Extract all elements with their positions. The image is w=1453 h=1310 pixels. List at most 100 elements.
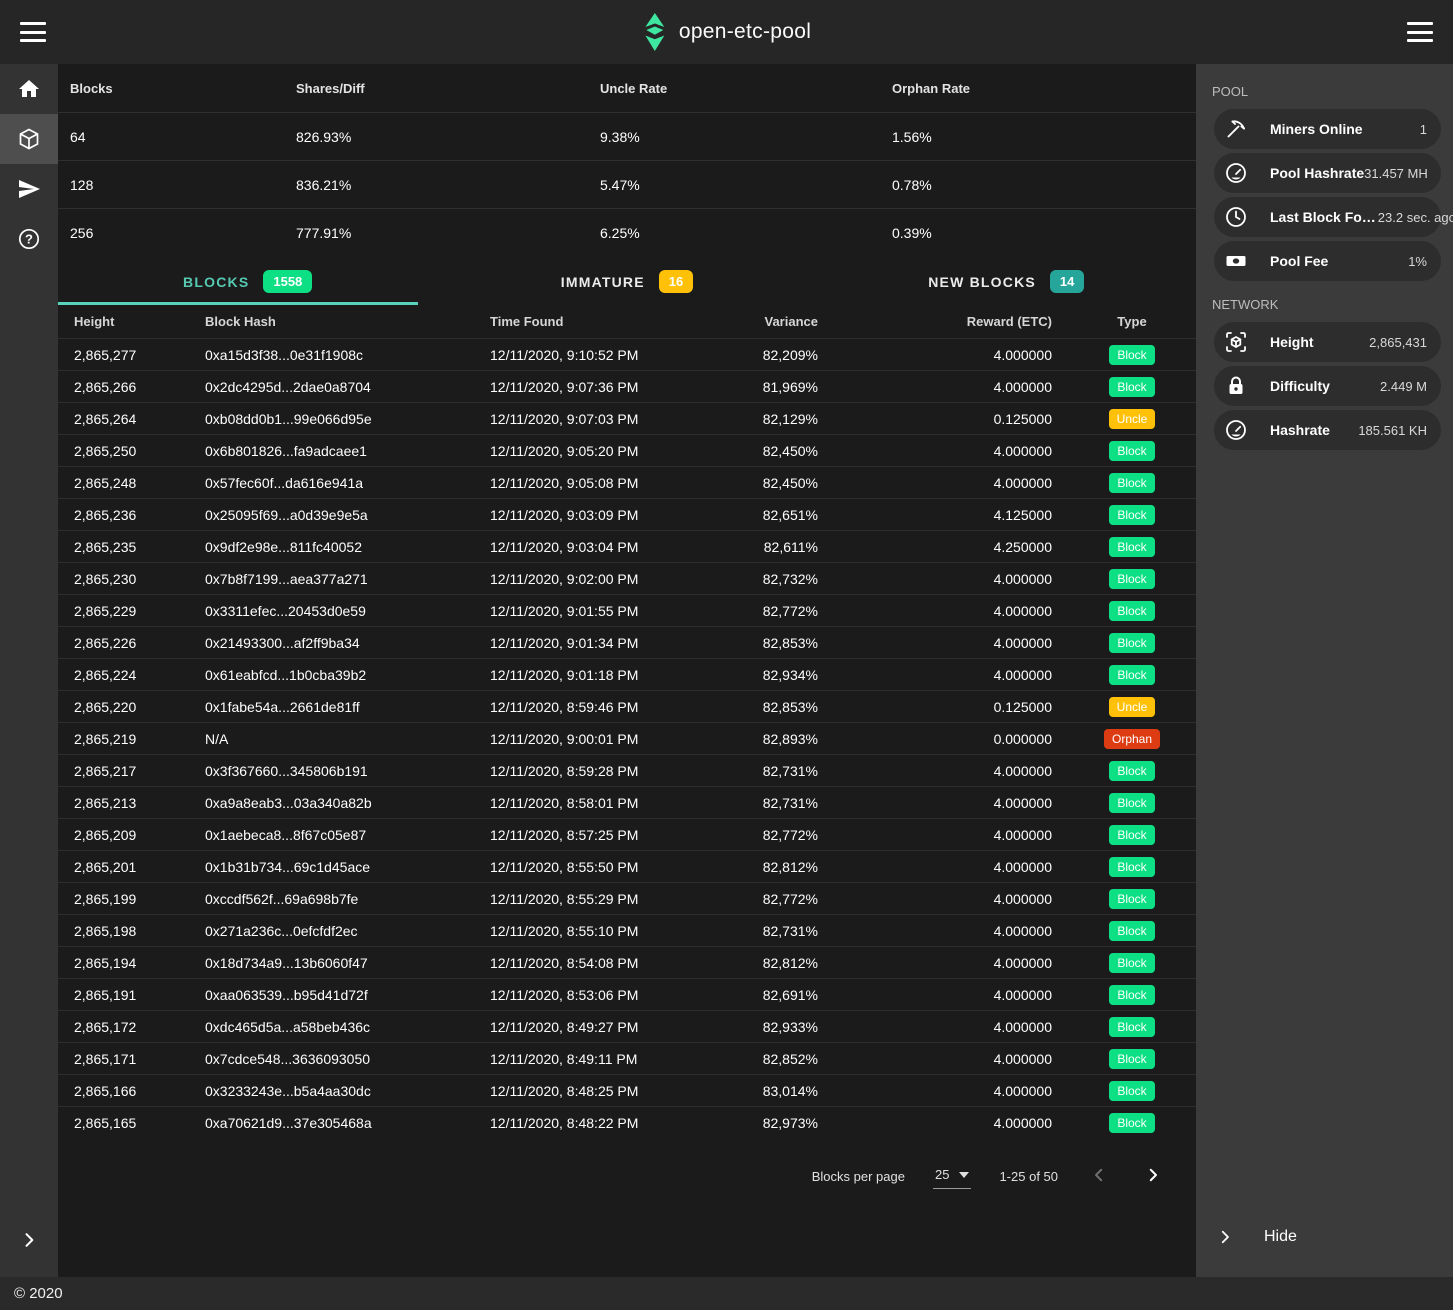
- cell-type: Block: [1052, 793, 1212, 813]
- menu-hamburger-left-icon[interactable]: [20, 22, 46, 42]
- main-content: Blocks Shares/Diff Uncle Rate Orphan Rat…: [58, 64, 1196, 1277]
- cell-type: Block: [1052, 1017, 1212, 1037]
- cell-time-found: 12/11/2020, 8:49:27 PM: [490, 1019, 700, 1035]
- cell-reward: 4.000000: [818, 955, 1052, 971]
- cell-type: Block: [1052, 345, 1212, 365]
- page-size-value: 25: [935, 1167, 949, 1182]
- stats-col-blocks: Blocks: [70, 81, 296, 96]
- cell-time-found: 12/11/2020, 8:55:29 PM: [490, 891, 700, 907]
- cell-variance: 82,853%: [700, 699, 818, 715]
- table-row: 2,865,194 0x18d734a9...13b6060f47 12/11/…: [58, 946, 1196, 978]
- hide-sidebar-button[interactable]: Hide: [1196, 1213, 1453, 1261]
- cell-time-found: 12/11/2020, 9:07:03 PM: [490, 411, 700, 427]
- cell-block-hash: 0x57fec60f...da616e941a: [205, 475, 490, 491]
- cell-height: 2,865,226: [74, 635, 205, 651]
- cell-time-found: 12/11/2020, 8:59:46 PM: [490, 699, 700, 715]
- cell-block-hash: 0xdc465d5a...a58beb436c: [205, 1019, 490, 1035]
- stat-value: 1: [1420, 122, 1427, 137]
- cell-height: 2,865,266: [74, 379, 205, 395]
- cell-type: Block: [1052, 473, 1212, 493]
- next-page-button[interactable]: [1140, 1162, 1166, 1191]
- cell-reward: 4.000000: [818, 795, 1052, 811]
- stats-uncle-value: 6.25%: [600, 225, 892, 241]
- cell-height: 2,865,213: [74, 795, 205, 811]
- cell-type: Block: [1052, 569, 1212, 589]
- cell-variance: 82,852%: [700, 1051, 818, 1067]
- type-badge: Block: [1109, 505, 1155, 525]
- cell-time-found: 12/11/2020, 9:03:09 PM: [490, 507, 700, 523]
- cell-time-found: 12/11/2020, 9:01:18 PM: [490, 667, 700, 683]
- brand: open-etc-pool: [642, 12, 811, 52]
- cell-type: Block: [1052, 889, 1212, 909]
- page-size-select[interactable]: 25: [933, 1163, 971, 1189]
- stats-col-uncle: Uncle Rate: [600, 81, 892, 96]
- cell-reward: 4.000000: [818, 635, 1052, 651]
- stat-value: 31.457 MH: [1364, 166, 1428, 181]
- table-row: 2,865,166 0x3233243e...b5a4aa30dc 12/11/…: [58, 1074, 1196, 1106]
- tab-blocks-label: BLOCKS: [183, 274, 249, 290]
- pool-section-label: POOL: [1196, 72, 1453, 109]
- cell-type: Block: [1052, 985, 1212, 1005]
- tab-immature[interactable]: IMMATURE 16: [437, 258, 816, 305]
- cube-icon: [17, 127, 41, 151]
- table-row: 2,865,209 0x1aebeca8...8f67c05e87 12/11/…: [58, 818, 1196, 850]
- cell-block-hash: 0x18d734a9...13b6060f47: [205, 955, 490, 971]
- cell-block-hash: 0x3233243e...b5a4aa30dc: [205, 1083, 490, 1099]
- cell-block-hash: 0xa9a8eab3...03a340a82b: [205, 795, 490, 811]
- speedometer-icon: [1224, 161, 1248, 185]
- table-row: 2,865,226 0x21493300...af2ff9ba34 12/11/…: [58, 626, 1196, 658]
- cell-type: Block: [1052, 633, 1212, 653]
- lock-icon: [1224, 374, 1248, 398]
- stat-last-block-found: Last Block Fo… 23.2 sec. ago: [1214, 197, 1441, 237]
- type-badge: Block: [1109, 1081, 1155, 1101]
- blocks-tabs: BLOCKS 1558 IMMATURE 16 NEW BLOCKS 14: [58, 258, 1196, 305]
- cell-block-hash: 0x25095f69...a0d39e9e5a: [205, 507, 490, 523]
- cell-variance: 82,772%: [700, 603, 818, 619]
- cell-type: Block: [1052, 1081, 1212, 1101]
- nav-expand-button[interactable]: [0, 1215, 58, 1265]
- nav-blocks-button[interactable]: [0, 114, 58, 164]
- cell-block-hash: N/A: [205, 731, 490, 747]
- cell-height: 2,865,171: [74, 1051, 205, 1067]
- cell-block-hash: 0x6b801826...fa9adcaee1: [205, 443, 490, 459]
- cell-reward: 4.250000: [818, 539, 1052, 555]
- type-badge: Block: [1109, 761, 1155, 781]
- type-badge: Block: [1109, 1113, 1155, 1133]
- tab-blocks[interactable]: BLOCKS 1558: [58, 258, 437, 305]
- cell-height: 2,865,224: [74, 667, 205, 683]
- col-height: Height: [74, 314, 205, 329]
- stat-label: Miners Online: [1270, 121, 1363, 137]
- cell-height: 2,865,250: [74, 443, 205, 459]
- cell-variance: 82,893%: [700, 731, 818, 747]
- prev-page-button[interactable]: [1086, 1162, 1112, 1191]
- nav-help-button[interactable]: ?: [0, 214, 58, 264]
- nav-payments-button[interactable]: [0, 164, 58, 214]
- cell-height: 2,865,264: [74, 411, 205, 427]
- stat-value: 1%: [1408, 254, 1427, 269]
- table-row: 2,865,248 0x57fec60f...da616e941a 12/11/…: [58, 466, 1196, 498]
- stats-col-shares: Shares/Diff: [296, 81, 600, 96]
- app-window: open-etc-pool: [0, 0, 1453, 1310]
- nav-home-button[interactable]: [0, 64, 58, 114]
- menu-hamburger-right-icon[interactable]: [1407, 22, 1433, 42]
- type-badge: Block: [1109, 825, 1155, 845]
- cell-time-found: 12/11/2020, 9:00:01 PM: [490, 731, 700, 747]
- table-row: 2,865,171 0x7cdce548...3636093050 12/11/…: [58, 1042, 1196, 1074]
- stat-network-hashrate: Hashrate 185.561 KH: [1214, 410, 1441, 450]
- chevron-left-icon: [1090, 1166, 1108, 1184]
- stats-shares-value: 777.91%: [296, 225, 600, 241]
- cell-block-hash: 0x2dc4295d...2dae0a8704: [205, 379, 490, 395]
- cell-type: Uncle: [1052, 697, 1212, 717]
- cell-reward: 4.000000: [818, 1019, 1052, 1035]
- type-badge: Block: [1109, 377, 1155, 397]
- stats-blocks-value: 256: [70, 225, 296, 241]
- type-badge: Block: [1109, 1049, 1155, 1069]
- cell-reward: 4.000000: [818, 475, 1052, 491]
- cell-time-found: 12/11/2020, 8:59:28 PM: [490, 763, 700, 779]
- stats-orphan-value: 0.39%: [892, 225, 1196, 241]
- stat-value: 23.2 sec. ago: [1378, 210, 1453, 225]
- cell-type: Block: [1052, 377, 1212, 397]
- tab-new-blocks[interactable]: NEW BLOCKS 14: [817, 258, 1196, 305]
- cell-height: 2,865,166: [74, 1083, 205, 1099]
- table-row: 2,865,201 0x1b31b734...69c1d45ace 12/11/…: [58, 850, 1196, 882]
